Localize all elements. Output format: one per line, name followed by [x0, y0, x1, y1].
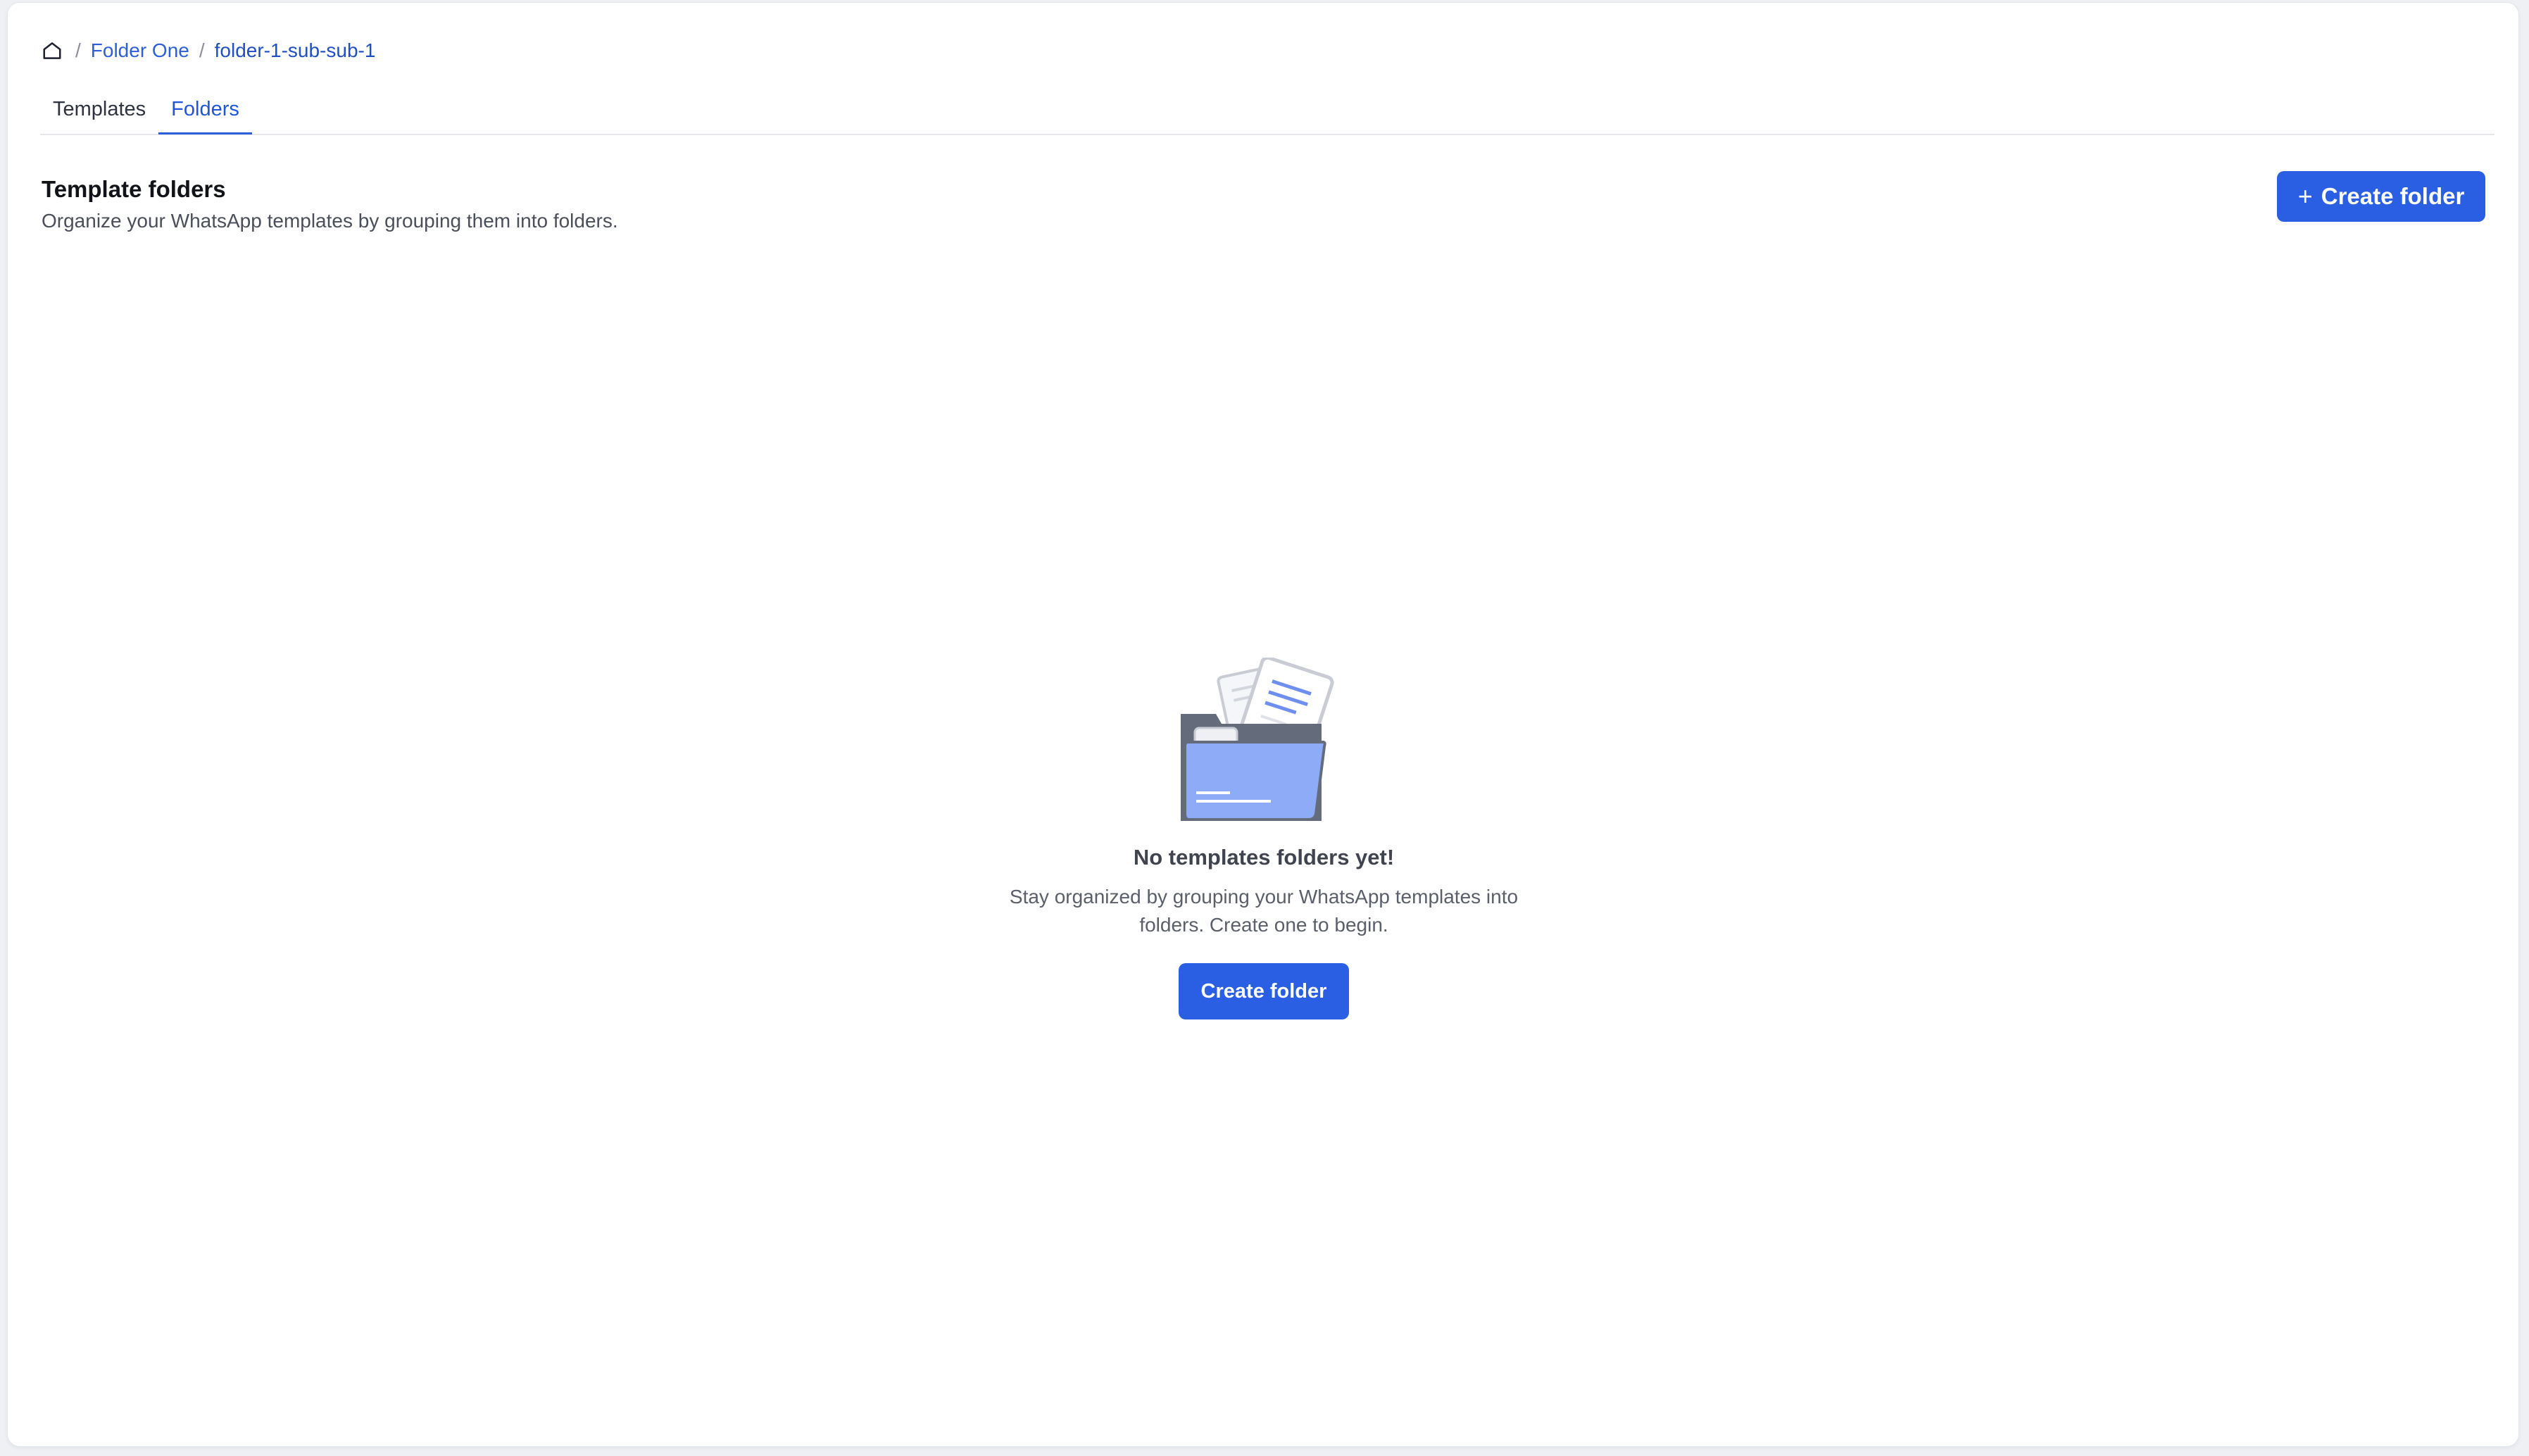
section-title: Template folders [42, 176, 226, 202]
main-card: / Folder One / folder-1-sub-sub-1 Templa… [7, 2, 2519, 1447]
create-folder-cta-button[interactable]: Create folder [1179, 963, 1349, 1019]
tab-folders[interactable]: Folders [158, 93, 252, 134]
breadcrumb-separator: / [75, 39, 81, 61]
home-icon[interactable] [42, 39, 65, 63]
breadcrumb-item-folder-one[interactable]: Folder One [91, 39, 189, 62]
tab-bar: Templates Folders [40, 93, 2495, 135]
plus-icon: + [2297, 182, 2313, 211]
section-subtitle: Organize your WhatsApp templates by grou… [42, 210, 618, 232]
empty-state-description: Stay organized by grouping your WhatsApp… [1009, 886, 1519, 936]
create-folder-label: Create folder [2321, 183, 2465, 209]
create-folder-button[interactable]: + Create folder [2277, 171, 2485, 222]
empty-state: No templates folders yet! Stay organized… [8, 658, 2520, 1019]
empty-folder-illustration [1181, 658, 1334, 821]
breadcrumb-separator: / [199, 39, 205, 61]
breadcrumb: / Folder One / folder-1-sub-sub-1 [42, 35, 375, 66]
tab-templates[interactable]: Templates [40, 93, 158, 132]
empty-state-title: No templates folders yet! [1133, 845, 1395, 870]
breadcrumb-item-current[interactable]: folder-1-sub-sub-1 [215, 39, 376, 62]
